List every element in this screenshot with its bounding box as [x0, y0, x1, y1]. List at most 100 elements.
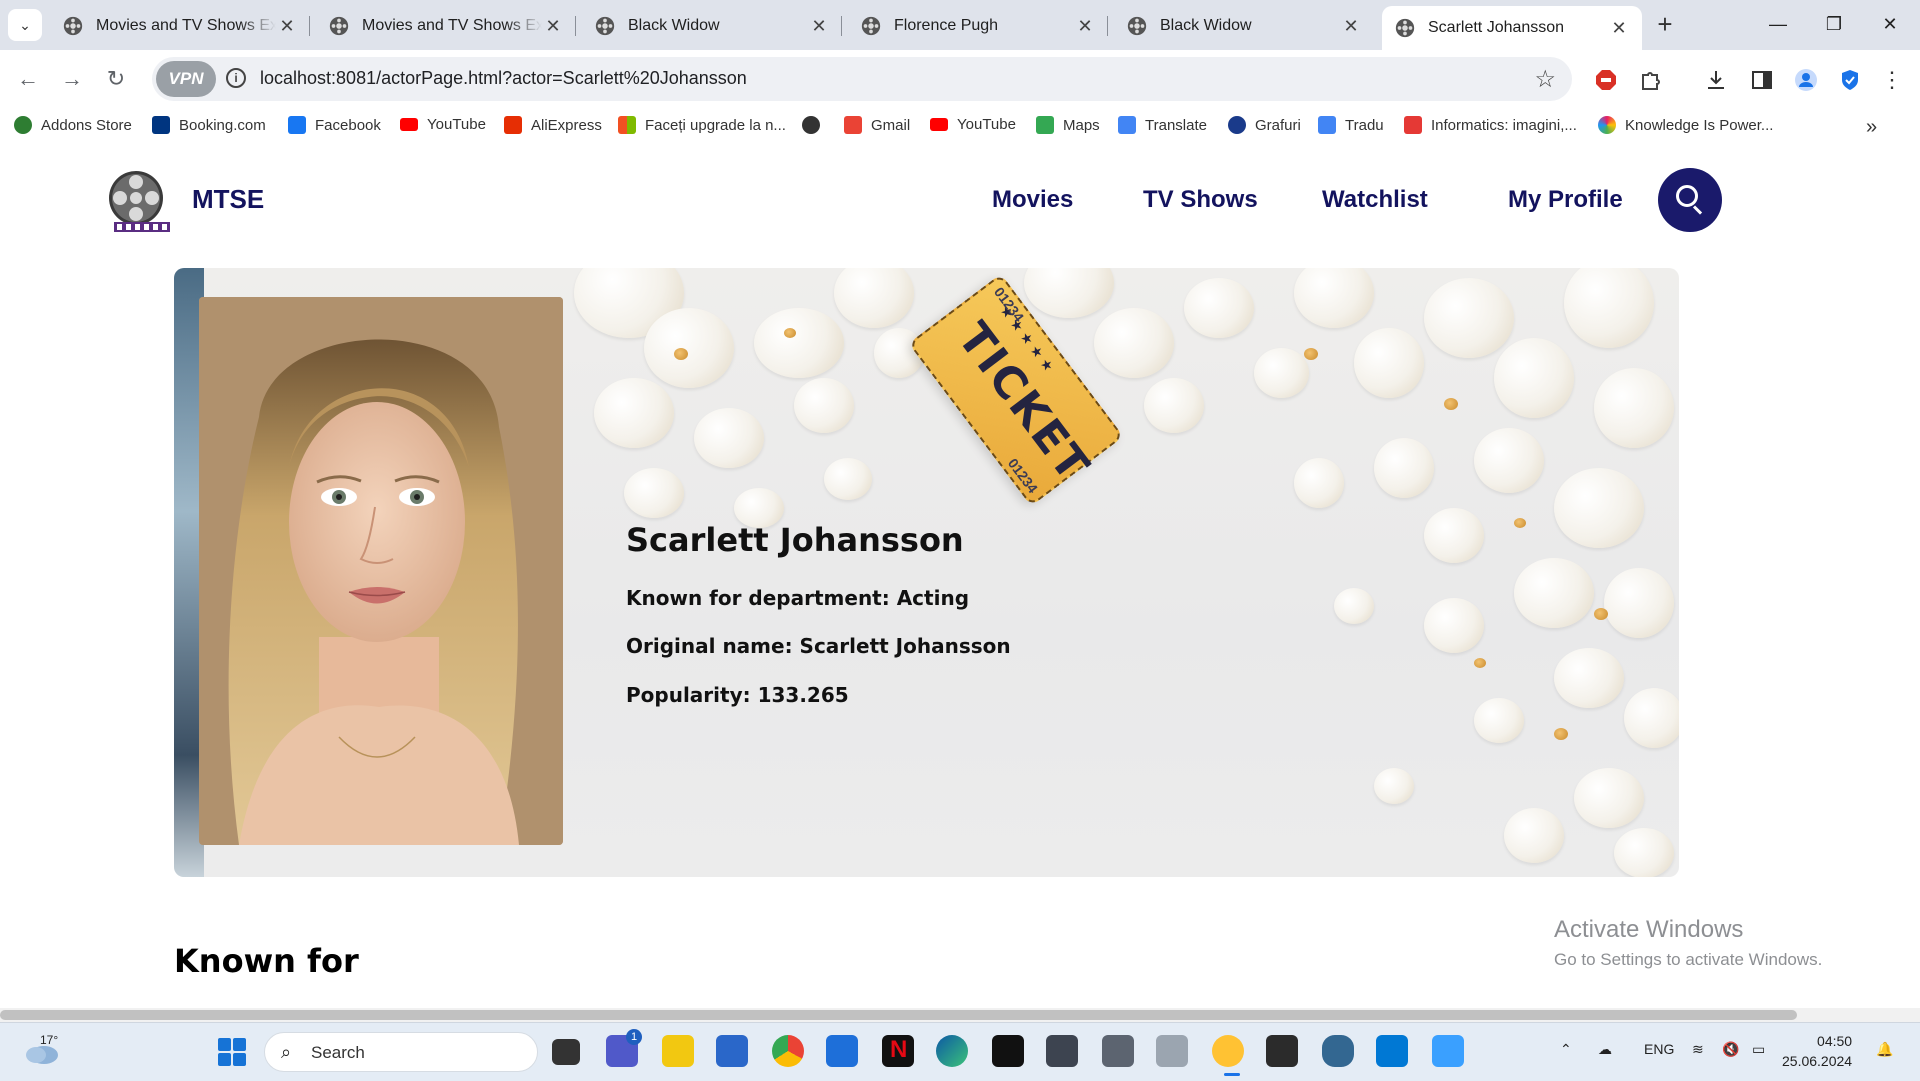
nav-movies[interactable]: Movies [992, 186, 1073, 214]
bookmark-knowledge[interactable]: Knowledge Is Power... [1598, 116, 1773, 134]
arrow-left-icon: ← [17, 66, 39, 91]
extensions-puzzle-icon[interactable] [1636, 66, 1664, 94]
chevron-up-icon[interactable]: ⌃ [1560, 1041, 1572, 1058]
site-brand[interactable]: MTSE [192, 184, 264, 215]
bookmark-facebook[interactable]: Facebook [288, 116, 381, 134]
tab-title: Black Widow [1160, 17, 1252, 34]
close-icon[interactable]: ✕ [1608, 18, 1630, 39]
film-reel-icon [861, 16, 881, 36]
ticket-number-top: 01234 [990, 284, 1028, 325]
notification-bell-icon[interactable]: 🔔 [1876, 1041, 1893, 1058]
bookmark-youtube-1[interactable]: YouTube [400, 116, 486, 133]
teams-icon[interactable]: 1 [606, 1029, 642, 1067]
known-for-department: Known for department: Acting [626, 586, 970, 610]
tab-florence-pugh[interactable]: Florence Pugh ✕ [848, 6, 1108, 46]
tab-movies-1[interactable]: Movies and TV Shows Expl ✕ [50, 6, 310, 46]
tab-black-widow-1[interactable]: Black Widow ✕ [582, 6, 842, 46]
edge-icon[interactable] [936, 1035, 968, 1067]
vpn-button[interactable]: VPN [156, 61, 216, 97]
netflix-icon[interactable]: N [882, 1035, 914, 1067]
tab-movies-2[interactable]: Movies and TV Shows Expl ✕ [316, 6, 576, 46]
globe-icon [802, 116, 820, 134]
tab-strip: ⌄ Movies and TV Shows Expl ✕ Movies and … [0, 0, 1920, 50]
minimize-button[interactable]: — [1750, 0, 1806, 48]
bookmark-booking[interactable]: Booking.com [152, 116, 266, 134]
profile-avatar-icon[interactable] [1792, 66, 1820, 94]
speaker-muted-icon[interactable]: 🔇 [1722, 1041, 1739, 1058]
unity-icon[interactable] [1046, 1035, 1078, 1067]
bookmark-grafuri[interactable]: Grafuri [1228, 116, 1301, 134]
address-bar[interactable]: VPN i localhost:8081/actorPage.html?acto… [152, 57, 1572, 101]
search-button[interactable] [1658, 168, 1722, 232]
url-text[interactable]: localhost:8081/actorPage.html?actor=Scar… [260, 68, 747, 89]
paint-icon[interactable] [1432, 1035, 1464, 1067]
settings-app-icon[interactable] [1156, 1035, 1188, 1067]
bookmark-globe[interactable] [802, 116, 829, 134]
close-icon[interactable]: ✕ [542, 16, 564, 37]
horizontal-scrollbar[interactable] [0, 1008, 1920, 1022]
chrome-icon[interactable] [772, 1035, 804, 1067]
known-for-heading: Known for [174, 942, 359, 980]
weather-widget[interactable]: 17° [22, 1033, 62, 1069]
adblock-extension-icon[interactable] [1592, 66, 1620, 94]
new-tab-button[interactable]: + [1650, 9, 1680, 41]
store-icon[interactable] [716, 1035, 748, 1067]
taskbar-search[interactable]: ⌕ Search [264, 1032, 538, 1072]
bookmarks-bar: Addons Store Booking.com Facebook YouTub… [0, 108, 1920, 148]
network-sync-icon[interactable]: ☁ [1598, 1041, 1612, 1058]
close-icon[interactable]: ✕ [1074, 16, 1096, 37]
close-icon[interactable]: ✕ [1340, 16, 1362, 37]
facebook-icon [288, 116, 306, 134]
addons-store-icon [14, 116, 32, 134]
bookmark-informatics[interactable]: Informatics: imagini,... [1404, 116, 1577, 134]
terminal-icon[interactable] [1266, 1035, 1298, 1067]
postgresql-icon[interactable] [1322, 1035, 1354, 1067]
film-reel-logo-icon[interactable] [106, 168, 172, 234]
language-indicator[interactable]: ENG [1644, 1041, 1674, 1057]
more-menu-icon[interactable]: ⋮ [1878, 66, 1906, 94]
nav-watchlist[interactable]: Watchlist [1322, 186, 1428, 214]
bookmark-aliexpress[interactable]: AliExpress [504, 116, 602, 134]
bookmark-star-icon[interactable]: ☆ [1534, 65, 1556, 94]
bookmark-gmail[interactable]: Gmail [844, 116, 910, 134]
tab-black-widow-2[interactable]: Black Widow ✕ [1114, 6, 1374, 46]
scrollbar-thumb[interactable] [0, 1010, 1797, 1020]
reload-button[interactable]: ↻ [98, 61, 134, 97]
bookmark-addons-store[interactable]: Addons Store [14, 116, 132, 134]
side-panel-icon[interactable] [1748, 66, 1776, 94]
wifi-icon[interactable]: ≋ [1692, 1041, 1704, 1058]
gmail-icon [844, 116, 862, 134]
tab-search-button[interactable]: ⌄ [8, 9, 42, 41]
mail-icon[interactable] [826, 1035, 858, 1067]
close-icon[interactable]: ✕ [808, 16, 830, 37]
sql-server-icon[interactable] [1102, 1035, 1134, 1067]
bookmark-maps[interactable]: Maps [1036, 116, 1100, 134]
bookmark-tradu[interactable]: Tradu [1318, 116, 1384, 134]
download-icon[interactable] [1702, 66, 1730, 94]
forward-button[interactable]: → [54, 61, 90, 97]
nav-my-profile[interactable]: My Profile [1508, 186, 1623, 214]
clock[interactable]: 04:50 25.06.2024 [1782, 1031, 1852, 1071]
restore-button[interactable]: ❐ [1806, 0, 1862, 48]
windows-start-button[interactable] [218, 1038, 246, 1066]
close-icon[interactable]: ✕ [276, 16, 298, 37]
vscode-icon[interactable] [1376, 1035, 1408, 1067]
chevron-down-icon: ⌄ [19, 16, 31, 33]
battery-icon[interactable]: ▭ [1752, 1041, 1765, 1058]
bookmark-youtube-2[interactable]: YouTube [930, 116, 1016, 133]
shield-extension-icon[interactable] [1836, 66, 1864, 94]
bookmarks-overflow-button[interactable]: » [1866, 116, 1877, 139]
chrome-canary-icon[interactable] [1212, 1035, 1244, 1067]
prism-icon[interactable] [992, 1035, 1024, 1067]
tab-scarlett-johansson[interactable]: Scarlett Johansson ✕ [1382, 6, 1642, 50]
film-reel-icon [595, 16, 615, 36]
window-close-button[interactable]: ✕ [1862, 0, 1918, 48]
original-name: Original name: Scarlett Johansson [626, 634, 1011, 658]
bookmark-translate[interactable]: Translate [1118, 116, 1207, 134]
file-explorer-icon[interactable] [662, 1035, 694, 1067]
bookmark-upgrade[interactable]: Faceți upgrade la n... [618, 116, 786, 134]
task-view-icon[interactable] [552, 1039, 580, 1065]
site-info-icon[interactable]: i [226, 68, 246, 88]
nav-tv-shows[interactable]: TV Shows [1143, 186, 1258, 214]
back-button[interactable]: ← [10, 61, 46, 97]
